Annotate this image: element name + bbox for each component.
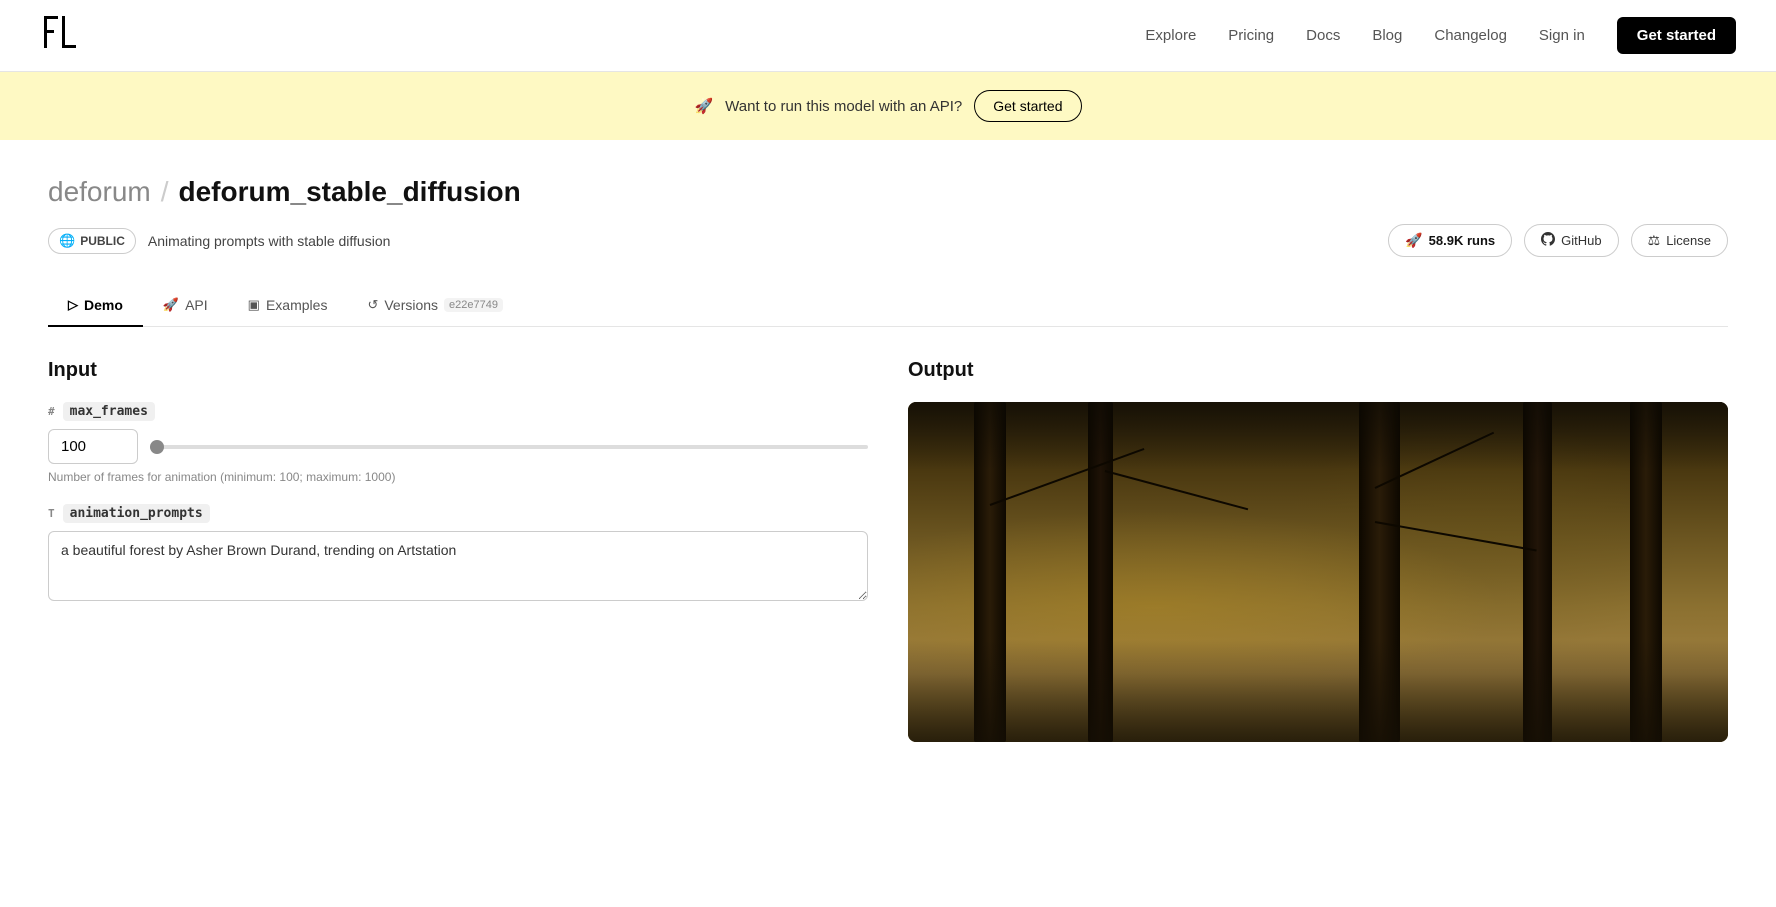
versions-icon: ↺ bbox=[367, 297, 378, 313]
nav-blog[interactable]: Blog bbox=[1372, 27, 1402, 44]
animation-prompts-textarea[interactable]: a beautiful forest by Asher Brown Durand… bbox=[48, 531, 868, 601]
play-icon: ▷ bbox=[68, 297, 78, 313]
license-button[interactable]: ⚖ License bbox=[1631, 224, 1728, 257]
output-image bbox=[908, 402, 1728, 742]
max-frames-group: # max_frames Number of frames for animat… bbox=[48, 402, 868, 484]
max-frames-hint: Number of frames for animation (minimum:… bbox=[48, 470, 868, 484]
model-namespace[interactable]: deforum bbox=[48, 176, 151, 208]
tab-demo[interactable]: ▷ Demo bbox=[48, 285, 143, 327]
banner-emoji: 🚀 bbox=[694, 97, 713, 115]
max-frames-type: # bbox=[48, 405, 55, 418]
animation-prompts-name: animation_prompts bbox=[63, 504, 210, 523]
tab-examples[interactable]: ▣ Examples bbox=[228, 285, 348, 327]
animation-prompts-type: T bbox=[48, 507, 55, 520]
nav-get-started-button[interactable]: Get started bbox=[1617, 17, 1736, 54]
version-badge: e22e7749 bbox=[444, 298, 503, 312]
model-name: deforum_stable_diffusion bbox=[179, 176, 521, 208]
tab-api-label: API bbox=[185, 297, 208, 313]
ground-overlay bbox=[908, 640, 1728, 742]
input-title: Input bbox=[48, 359, 868, 382]
max-frames-slider-row bbox=[48, 429, 868, 464]
license-icon: ⚖ bbox=[1648, 232, 1661, 249]
runs-button[interactable]: 🚀 58.9K runs bbox=[1388, 224, 1512, 257]
output-title: Output bbox=[908, 359, 1728, 382]
tab-demo-label: Demo bbox=[84, 297, 123, 313]
forest-visualization bbox=[908, 402, 1728, 742]
examples-icon: ▣ bbox=[248, 297, 260, 313]
main-content: deforum / deforum_stable_diffusion 🌐 PUB… bbox=[0, 140, 1776, 774]
api-icon: 🚀 bbox=[163, 297, 179, 313]
sky-overlay bbox=[908, 402, 1728, 470]
api-banner: 🚀 Want to run this model with an API? Ge… bbox=[0, 72, 1776, 140]
navbar: Explore Pricing Docs Blog Changelog Sign… bbox=[0, 0, 1776, 72]
nav-changelog[interactable]: Changelog bbox=[1434, 27, 1507, 44]
banner-text: Want to run this model with an API? bbox=[725, 98, 962, 115]
demo-layout: Input # max_frames Number of frames for … bbox=[48, 327, 1728, 774]
globe-icon: 🌐 bbox=[59, 233, 75, 249]
tab-api[interactable]: 🚀 API bbox=[143, 285, 228, 327]
animation-prompts-label-row: T animation_prompts bbox=[48, 504, 868, 523]
max-frames-slider[interactable] bbox=[150, 445, 868, 449]
tab-examples-label: Examples bbox=[266, 297, 327, 313]
tabs: ▷ Demo 🚀 API ▣ Examples ↺ Versions e22e7… bbox=[48, 285, 1728, 327]
nav-signin[interactable]: Sign in bbox=[1539, 27, 1585, 44]
nav-links: Explore Pricing Docs Blog Changelog Sign… bbox=[1145, 17, 1736, 54]
model-slash: / bbox=[161, 176, 169, 208]
runs-count: 58.9K runs bbox=[1429, 233, 1495, 248]
github-label: GitHub bbox=[1561, 233, 1601, 248]
animation-prompts-group: T animation_prompts a beautiful forest b… bbox=[48, 504, 868, 606]
github-icon bbox=[1541, 232, 1555, 249]
nav-pricing[interactable]: Pricing bbox=[1228, 27, 1274, 44]
max-frames-input[interactable] bbox=[48, 429, 138, 464]
model-description: Animating prompts with stable diffusion bbox=[148, 233, 391, 249]
max-frames-label-row: # max_frames bbox=[48, 402, 868, 421]
rocket-icon: 🚀 bbox=[1405, 232, 1422, 249]
license-label: License bbox=[1666, 233, 1711, 248]
tab-versions[interactable]: ↺ Versions e22e7749 bbox=[347, 285, 523, 327]
output-panel: Output bbox=[908, 359, 1728, 742]
banner-get-started-button[interactable]: Get started bbox=[974, 90, 1081, 122]
branch-2 bbox=[1105, 470, 1248, 510]
nav-explore[interactable]: Explore bbox=[1145, 27, 1196, 44]
visibility-badge: 🌐 PUBLIC bbox=[48, 228, 136, 254]
model-title: deforum / deforum_stable_diffusion bbox=[48, 176, 1728, 208]
input-panel: Input # max_frames Number of frames for … bbox=[48, 359, 868, 742]
max-frames-name: max_frames bbox=[63, 402, 155, 421]
model-meta-row: 🌐 PUBLIC Animating prompts with stable d… bbox=[48, 224, 1728, 257]
nav-docs[interactable]: Docs bbox=[1306, 27, 1340, 44]
model-meta-right: 🚀 58.9K runs GitHub ⚖ License bbox=[1388, 224, 1728, 257]
github-button[interactable]: GitHub bbox=[1524, 224, 1618, 257]
visibility-label: PUBLIC bbox=[80, 234, 125, 248]
tab-versions-label: Versions bbox=[384, 297, 438, 313]
model-meta-left: 🌐 PUBLIC Animating prompts with stable d… bbox=[48, 228, 390, 254]
logo[interactable] bbox=[40, 12, 80, 59]
